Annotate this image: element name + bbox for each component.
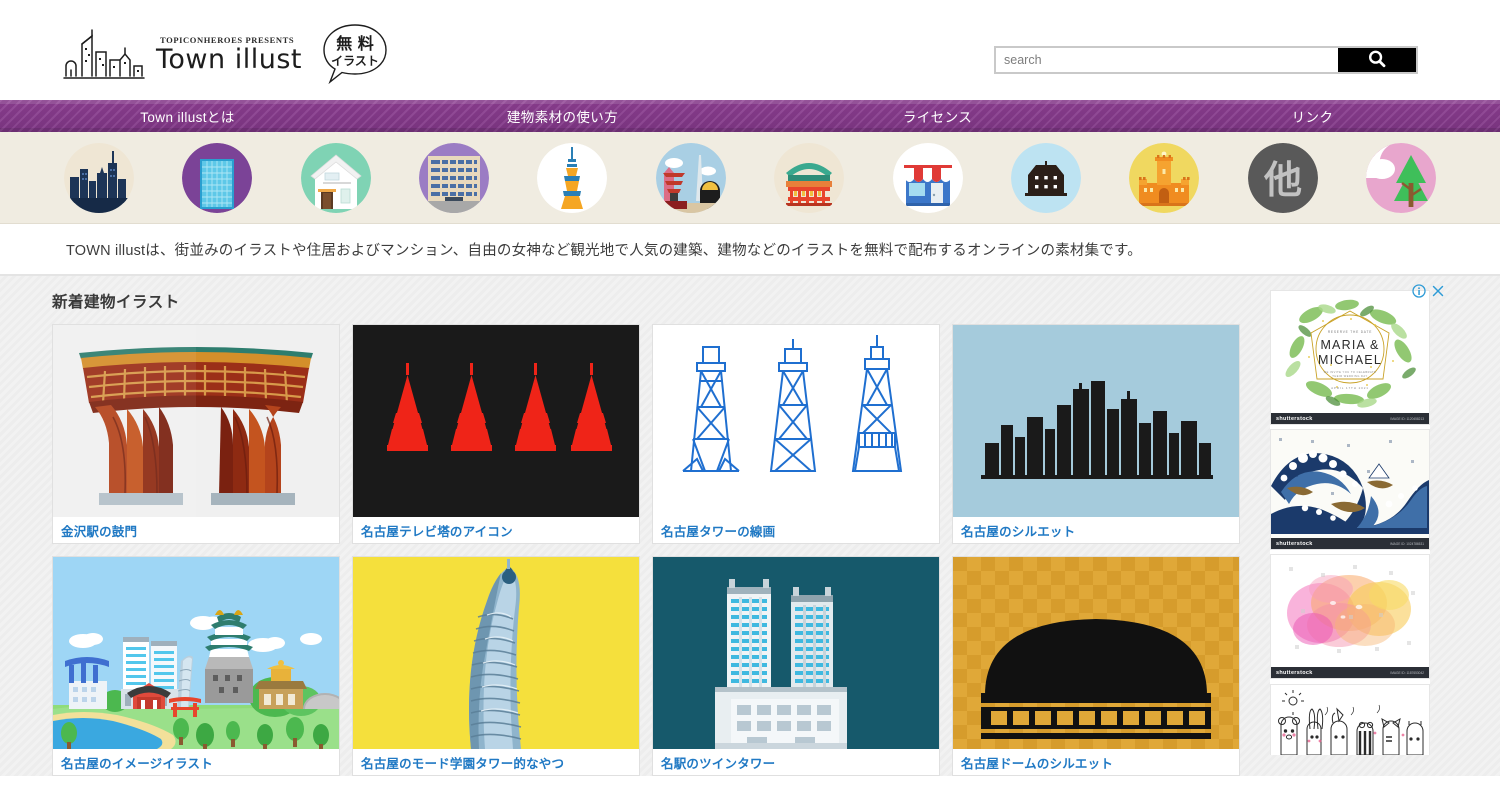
card-nagoya-silhouette[interactable]: 名古屋のシルエット [952,324,1240,544]
watermark-brand: shutterstock [1276,415,1313,422]
ad-watermark-bar: shutterstock IMAGE ID: 1120458213 [1271,413,1429,424]
category-castle-west[interactable] [1129,142,1200,213]
category-shop[interactable] [892,142,963,213]
thumbnail-tower-line-art [653,325,939,517]
card-title: 名駅のツインタワー [653,749,939,775]
card-nagoya-scene[interactable]: 名古屋のイメージイラスト [52,556,340,776]
site-description: TOWN illustは、街並みのイラストや住居およびマンション、自由の女神など… [0,224,1500,276]
main-navigation: Town illustとは 建物素材の使い方 ライセンス リンク [0,100,1500,132]
category-nature[interactable] [1365,142,1436,213]
card-title: 名古屋のシルエット [953,517,1239,543]
category-shrine[interactable] [774,142,845,213]
ad-wedding-invitation[interactable]: RESERVE THE DATE MARIA & MICHAEL WE INVI… [1270,290,1430,425]
svg-text:イラスト: イラスト [331,54,379,68]
card-title: 名古屋のイメージイラスト [53,749,339,775]
nav-item-about[interactable]: Town illustとは [0,106,375,126]
logo-name: Town illust [156,44,302,75]
card-dome-silhouette[interactable]: 名古屋ドームのシルエット [952,556,1240,776]
svg-text:MICHAEL: MICHAEL [1318,353,1382,367]
thumbnail-dome-silhouette [953,557,1239,749]
search-icon [1367,49,1387,72]
close-icon[interactable] [1431,284,1445,303]
category-pagoda-scene[interactable] [655,142,726,213]
card-title: 名古屋のモード学園タワー的なやつ [353,749,639,775]
card-title: 名古屋ドームのシルエット [953,749,1239,775]
logo-text: TOPICONHEROES PRESENTS Town illust [156,35,302,73]
ad-controls [1412,284,1445,303]
gallery-column: 新着建物イラスト 金沢駅の鼓門 名古屋テレビ塔のアイコン 名古屋タワーの線画 名… [0,290,1270,776]
svg-text:無 料: 無 料 [336,34,374,53]
card-mode-gakuen-tower[interactable]: 名古屋のモード学園タワー的なやつ [352,556,640,776]
category-office-tower[interactable] [182,142,253,213]
category-tv-tower[interactable] [537,142,608,213]
category-apartment[interactable] [419,142,490,213]
main-content: 新着建物イラスト 金沢駅の鼓門 名古屋テレビ塔のアイコン 名古屋タワーの線画 名… [0,276,1500,776]
ad-watercolor-splash[interactable]: shutterstock IMAGE ID: 1187653042 [1270,554,1430,679]
svg-text:他: 他 [1263,158,1302,202]
card-twin-tower[interactable]: 名駅のツインタワー [652,556,940,776]
category-warehouse[interactable] [1010,142,1081,213]
svg-text:MARIA &: MARIA & [1320,338,1379,352]
watermark-id: IMAGE ID: 1024786531 [1390,541,1424,546]
svg-text:THEIR WEDDING DAY: THEIR WEDDING DAY [1332,374,1367,378]
watermark-id: IMAGE ID: 1120458213 [1390,416,1424,421]
thumbnail-tv-tower-icons [353,325,639,517]
page-title: 新着建物イラスト [52,294,180,311]
info-icon[interactable] [1412,284,1426,303]
svg-text:WE INVITE YOU TO CELEBRATE: WE INVITE YOU TO CELEBRATE [1324,370,1377,374]
site-description-text: TOWN illustは、街並みのイラストや住居およびマンション、自由の女神など… [66,242,1142,259]
thumbnail-nagoya-scene [53,557,339,749]
svg-text:APRIL 17TH 2021: APRIL 17TH 2021 [1331,386,1369,390]
category-icon-strip: 他 [0,132,1500,224]
illustration-grid: 金沢駅の鼓門 名古屋テレビ塔のアイコン 名古屋タワーの線画 名古屋のシルエット … [52,324,1270,776]
site-logo[interactable]: TOPICONHEROES PRESENTS Town illust 無 料 イ… [62,22,390,86]
svg-text:RESERVE THE DATE: RESERVE THE DATE [1328,330,1372,334]
watermark-id: IMAGE ID: 1187653042 [1390,670,1424,675]
thumbnail-tsuzumi-gate [53,325,339,517]
card-title: 名古屋タワーの線画 [653,517,939,543]
search-submit-button[interactable] [1338,48,1416,72]
card-tsuzumi-gate[interactable]: 金沢駅の鼓門 [52,324,340,544]
nav-item-links[interactable]: リンク [1125,106,1500,126]
ad-great-wave[interactable]: shutterstock IMAGE ID: 1024786531 [1270,429,1430,550]
card-title: 金沢駅の鼓門 [53,517,339,543]
card-tower-line-art[interactable]: 名古屋タワーの線画 [652,324,940,544]
card-title: 名古屋テレビ塔のアイコン [353,517,639,543]
search-input[interactable] [996,48,1338,72]
nav-item-usage[interactable]: 建物素材の使い方 [375,106,750,126]
category-other[interactable]: 他 [1247,142,1318,213]
ad-stack: RESERVE THE DATE MARIA & MICHAEL WE INVI… [1270,290,1430,755]
free-illustration-badge: 無 料 イラスト [320,22,390,86]
category-cityscape[interactable] [64,142,134,213]
site-header: TOPICONHEROES PRESENTS Town illust 無 料 イ… [0,0,1500,100]
thumbnail-nagoya-silhouette [953,325,1239,517]
town-skyline-icon [62,26,146,82]
watermark-brand: shutterstock [1276,669,1313,676]
ad-sidebar: RESERVE THE DATE MARIA & MICHAEL WE INVI… [1270,284,1500,776]
category-house[interactable] [300,142,371,213]
thumbnail-mode-gakuen-tower [353,557,639,749]
thumbnail-twin-tower [653,557,939,749]
ad-watermark-bar: shutterstock IMAGE ID: 1187653042 [1271,667,1429,678]
nav-item-license[interactable]: ライセンス [750,106,1125,126]
ad-doodle-animals[interactable] [1270,684,1430,755]
ad-watermark-bar: shutterstock IMAGE ID: 1024786531 [1271,538,1429,549]
watermark-brand: shutterstock [1276,540,1313,547]
search-bar[interactable] [994,46,1418,74]
card-tv-tower-icons[interactable]: 名古屋テレビ塔のアイコン [352,324,640,544]
